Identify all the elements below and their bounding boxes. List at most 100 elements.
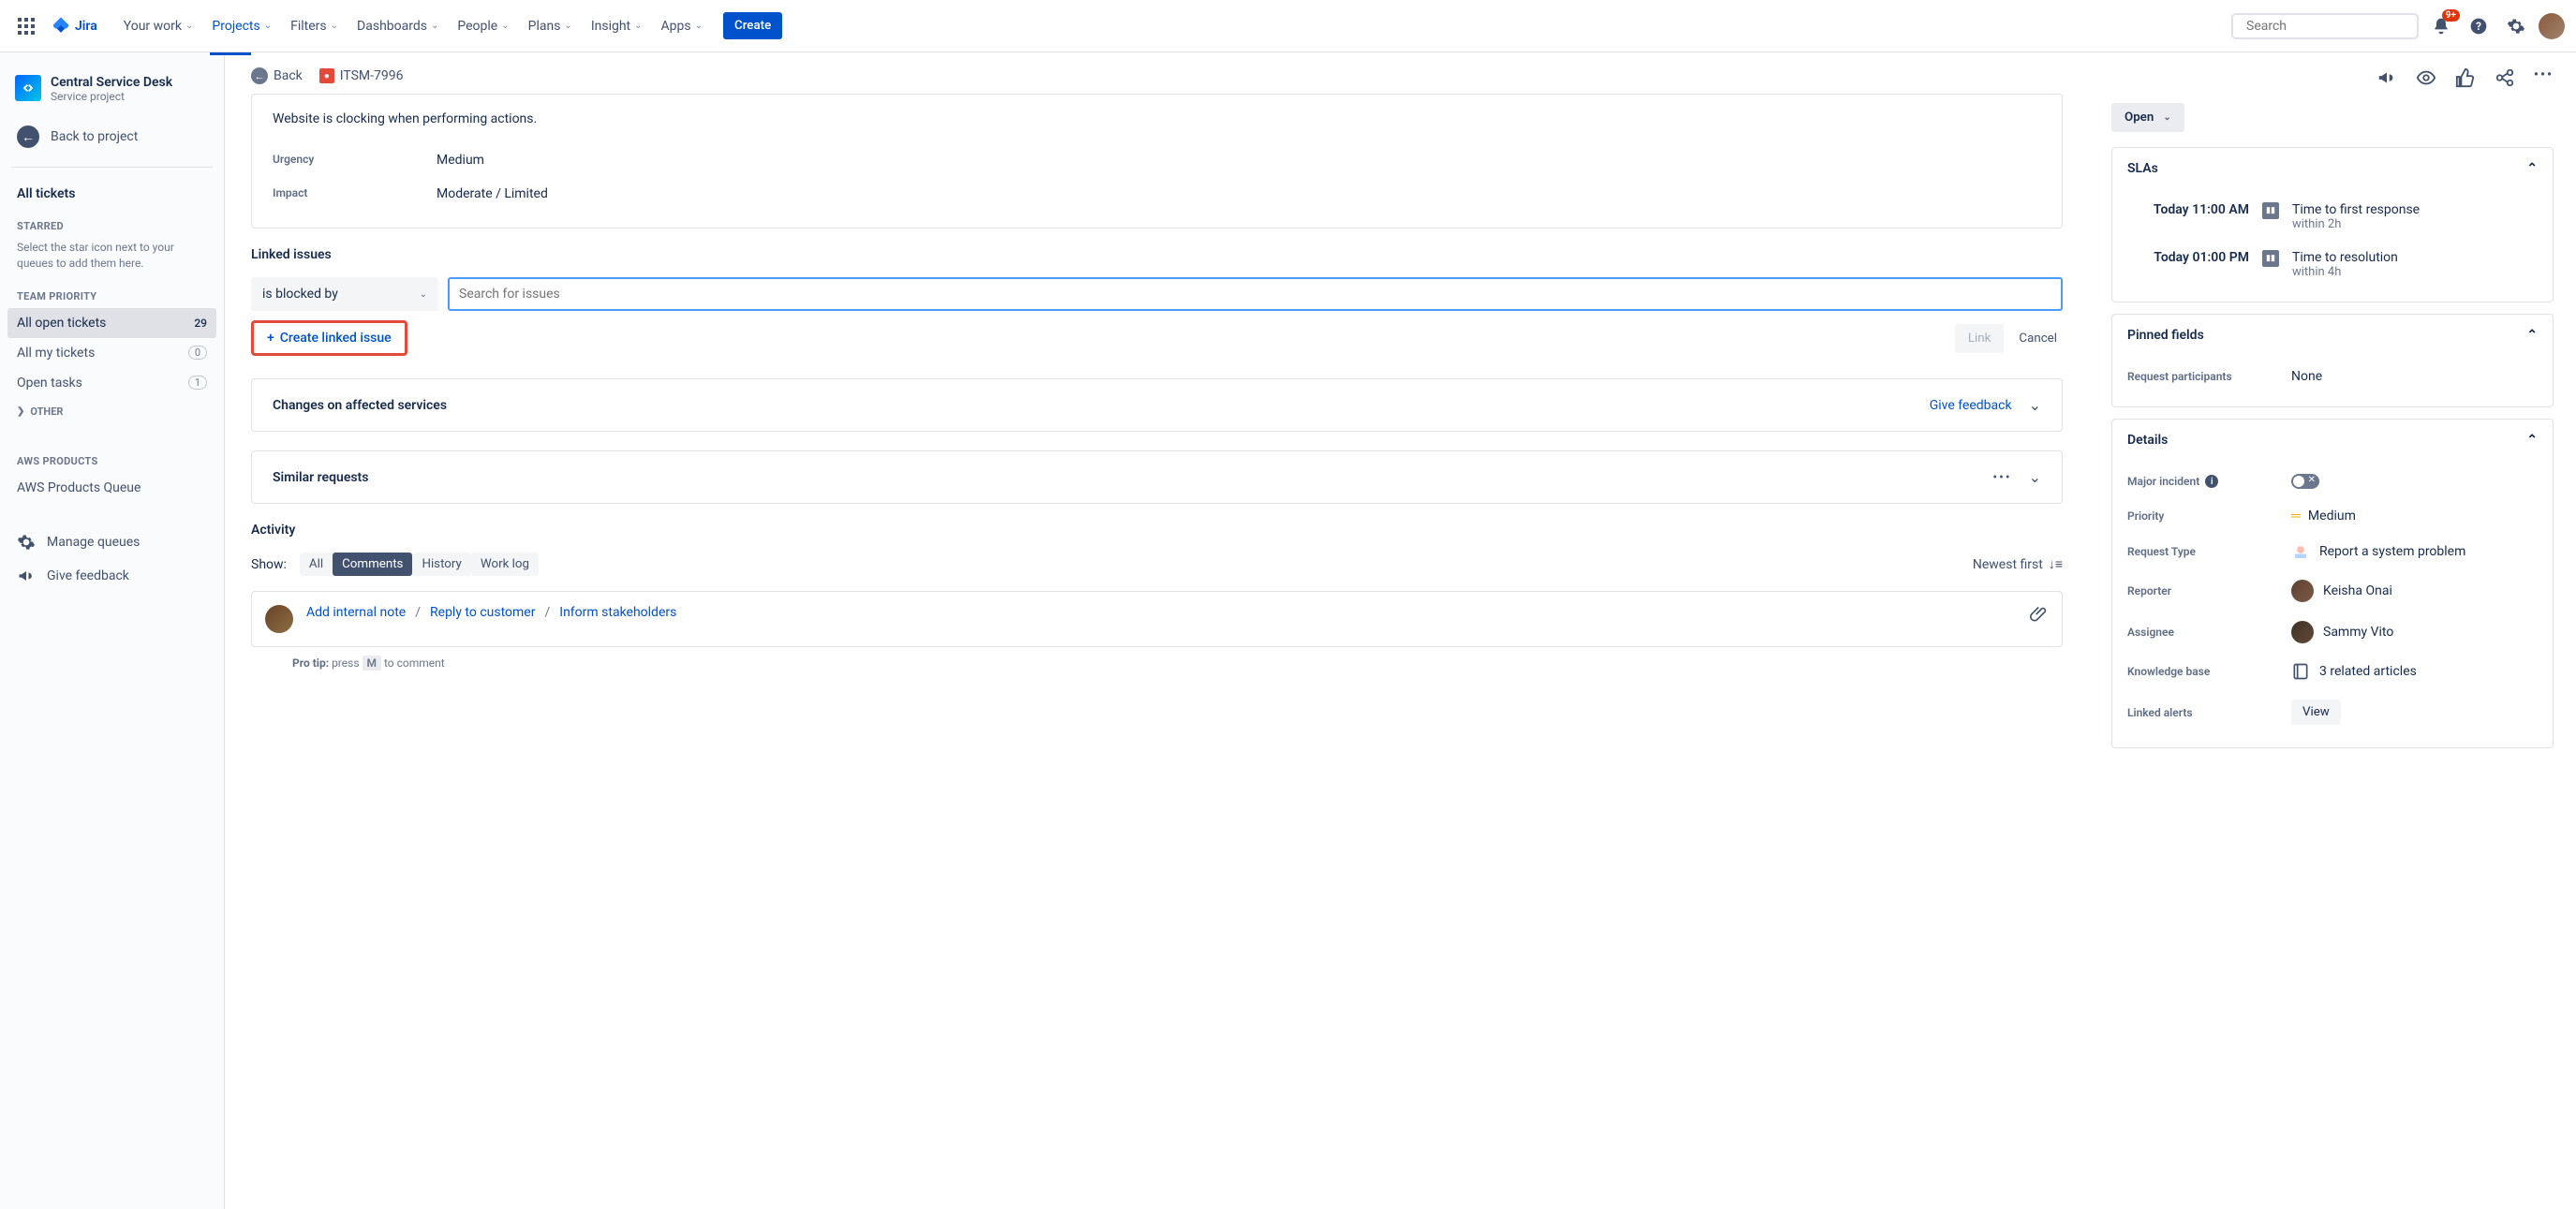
- pinned-header[interactable]: Pinned fields ⌃: [2112, 315, 2553, 356]
- alerts-label: Linked alerts: [2127, 706, 2291, 719]
- view-alerts-button[interactable]: View: [2291, 700, 2341, 725]
- link-button[interactable]: Link: [1955, 324, 2005, 353]
- give-feedback[interactable]: Give feedback: [7, 559, 216, 593]
- request-participants-value[interactable]: None: [2291, 369, 2322, 384]
- impact-value: Moderate / Limited: [437, 186, 548, 201]
- info-icon[interactable]: i: [2205, 475, 2218, 488]
- chevron-down-icon[interactable]: ⌄: [2029, 396, 2041, 414]
- assignee-value[interactable]: Sammy Vito: [2291, 621, 2393, 643]
- add-internal-note[interactable]: Add internal note: [306, 605, 406, 620]
- other-toggle[interactable]: ❯ OTHER: [7, 398, 216, 425]
- pinned-card: Pinned fields ⌃ Request participants Non…: [2111, 314, 2554, 407]
- create-linked-issue-button[interactable]: + Create linked issue: [251, 320, 407, 356]
- reporter-label: Reporter: [2127, 584, 2291, 597]
- nav-insight[interactable]: Insight⌄: [582, 11, 652, 41]
- issue-key[interactable]: ● ITSM-7996: [319, 68, 404, 83]
- sla-row: Today 11:00 AM▮▮Time to first responsewi…: [2127, 193, 2538, 241]
- queue-all-open-tickets[interactable]: All open tickets29: [7, 308, 216, 338]
- changes-feedback-link[interactable]: Give feedback: [1930, 398, 2012, 413]
- chevron-down-icon: ⌄: [2163, 112, 2170, 123]
- priority-value[interactable]: ═ Medium: [2291, 508, 2356, 523]
- details-header[interactable]: Details ⌃: [2112, 420, 2553, 461]
- help-icon[interactable]: ?: [2464, 11, 2494, 41]
- plus-icon: +: [267, 331, 274, 346]
- reporter-value[interactable]: Keisha Onai: [2291, 580, 2392, 602]
- create-button[interactable]: Create: [723, 12, 782, 39]
- nav-apps[interactable]: Apps⌄: [652, 11, 712, 41]
- share-icon[interactable]: [2495, 67, 2515, 88]
- gear-icon: [17, 533, 36, 552]
- changes-panel[interactable]: Changes on affected services Give feedba…: [251, 378, 2063, 432]
- similar-heading: Similar requests: [273, 470, 368, 485]
- activity-heading: Activity: [251, 523, 2063, 538]
- protip: Pro tip: press M to comment: [251, 656, 2063, 670]
- changes-heading: Changes on affected services: [273, 398, 447, 413]
- nav-projects[interactable]: Projects⌄: [202, 11, 281, 41]
- tab-comments[interactable]: Comments: [333, 553, 412, 576]
- attachment-icon[interactable]: [2030, 605, 2049, 624]
- tab-all[interactable]: All: [300, 553, 333, 576]
- cancel-button[interactable]: Cancel: [2013, 324, 2063, 353]
- queue-all-my-tickets[interactable]: All my tickets0: [7, 338, 216, 368]
- inform-stakeholders[interactable]: Inform stakeholders: [559, 605, 676, 620]
- jira-logo[interactable]: Jira: [45, 12, 103, 40]
- back-button[interactable]: ← Back: [251, 67, 303, 84]
- settings-icon[interactable]: [2501, 11, 2531, 41]
- nav-filters[interactable]: Filters⌄: [281, 11, 348, 41]
- watch-icon[interactable]: [2416, 67, 2436, 88]
- app-switcher-icon[interactable]: [11, 11, 41, 41]
- back-arrow-icon: ←: [17, 125, 39, 148]
- queue-open-tasks[interactable]: Open tasks1: [7, 368, 216, 398]
- chevron-up-icon: ⌃: [2526, 433, 2538, 448]
- current-user-avatar: [265, 605, 293, 633]
- major-incident-toggle[interactable]: ✕: [2291, 474, 2319, 489]
- manage-queues[interactable]: Manage queues: [7, 525, 216, 559]
- description: Website is clocking when performing acti…: [273, 111, 2041, 126]
- aws-queue[interactable]: AWS Products Queue: [7, 473, 216, 503]
- more-icon[interactable]: •••: [2534, 67, 2554, 88]
- urgency-value: Medium: [437, 153, 484, 168]
- urgency-label: Urgency: [273, 153, 437, 168]
- slas-header[interactable]: SLAs ⌃: [2112, 148, 2553, 189]
- chevron-up-icon: ⌃: [2526, 328, 2538, 343]
- major-incident-label: Major incident i: [2127, 475, 2291, 488]
- all-tickets-link[interactable]: All tickets: [7, 179, 216, 209]
- nav-your-work[interactable]: Your work⌄: [114, 11, 203, 41]
- comment-composer: Add internal note / Reply to customer / …: [251, 591, 2063, 647]
- sort-toggle[interactable]: Newest first ↓≡: [1973, 556, 2063, 572]
- request-type-value[interactable]: Report a system problem: [2291, 542, 2465, 561]
- link-search-input[interactable]: [448, 277, 2063, 311]
- project-type: Service project: [51, 90, 172, 103]
- pause-icon: ▮▮: [2262, 250, 2279, 267]
- priority-label: Priority: [2127, 509, 2291, 523]
- slas-card: SLAs ⌃ Today 11:00 AM▮▮Time to first res…: [2111, 147, 2554, 302]
- kb-value[interactable]: 3 related articles: [2291, 662, 2417, 681]
- nav-plans[interactable]: Plans⌄: [519, 11, 582, 41]
- search-input[interactable]: [2246, 19, 2413, 34]
- chevron-down-icon: ⌄: [420, 289, 427, 300]
- like-icon[interactable]: [2455, 67, 2476, 88]
- back-to-project[interactable]: ← Back to project: [7, 118, 216, 155]
- starred-hint: Select the star icon next to your queues…: [7, 238, 216, 279]
- request-type-icon: [2291, 542, 2310, 561]
- details-card: Details ⌃ Major incident i ✕ Prio: [2111, 419, 2554, 748]
- similar-requests-panel[interactable]: Similar requests ••• ⌄: [251, 450, 2063, 504]
- tab-history[interactable]: History: [412, 553, 470, 576]
- tab-work-log[interactable]: Work log: [471, 553, 539, 576]
- pause-icon: ▮▮: [2262, 202, 2279, 219]
- notifications-badge: 9+: [2442, 9, 2460, 22]
- status-dropdown[interactable]: Open ⌄: [2111, 103, 2184, 132]
- book-icon: [2291, 662, 2310, 681]
- chevron-down-icon[interactable]: ⌄: [2029, 468, 2041, 486]
- reply-to-customer[interactable]: Reply to customer: [430, 605, 535, 620]
- nav-dashboards[interactable]: Dashboards⌄: [348, 11, 448, 41]
- bug-icon: ●: [319, 68, 334, 83]
- profile-avatar[interactable]: [2539, 13, 2565, 39]
- project-title: Central Service Desk: [51, 75, 172, 90]
- more-icon[interactable]: •••: [1992, 470, 2011, 485]
- notifications-icon[interactable]: 9+: [2426, 11, 2456, 41]
- nav-people[interactable]: People⌄: [448, 11, 518, 41]
- feedback-icon[interactable]: [2376, 67, 2397, 88]
- link-type-select[interactable]: is blocked by ⌄: [251, 277, 438, 311]
- global-search[interactable]: [2231, 13, 2419, 39]
